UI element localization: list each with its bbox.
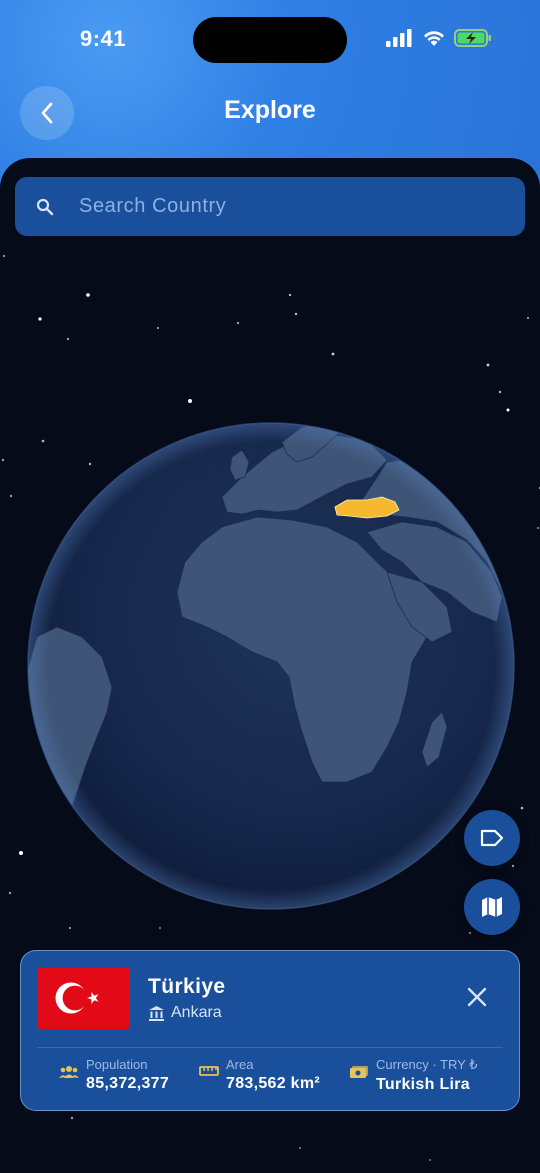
dynamic-island [193,17,347,63]
signal-icon [386,29,412,47]
wifi-icon [424,31,444,46]
capital-building-icon [149,1005,164,1021]
map-view-button[interactable] [464,879,520,935]
status-icons [386,28,492,48]
search-bar[interactable]: Search Country [15,177,525,236]
stat-value: 85,372,377 [86,1075,170,1092]
stat-label: Area [226,1057,254,1072]
country-info-card: Türkiye Ankara Population 85,372,377 Are… [20,950,520,1111]
currency-icon [350,1066,368,1078]
globe-map[interactable] [27,422,515,910]
country-name: Türkiye [148,975,226,998]
stat-currency: Currency · TRY ₺ Turkish Lira [349,1057,477,1094]
stat-population: Population 85,372,377 [59,1057,169,1093]
page-title: Explore [224,96,316,124]
capital-row: Ankara [148,1004,222,1022]
stat-label: Population [86,1057,148,1072]
ruler-icon [199,1066,219,1076]
population-icon [59,1066,79,1078]
stat-area: Area 783,562 km² [199,1057,320,1093]
tag-icon [480,829,504,847]
status-time: 9:41 [80,26,127,51]
map-icon [482,897,502,917]
flag-crescent-star-icon [37,967,130,1029]
search-input[interactable]: Search Country [79,195,226,218]
close-icon[interactable] [465,985,489,1009]
capital-name: Ankara [171,1004,222,1021]
status-bar: 9:41 [0,0,540,80]
turkey-flag [37,967,130,1029]
stat-value: 783,562 km² [226,1075,321,1092]
card-divider [37,1047,503,1048]
stat-value: Turkish Lira [376,1076,470,1093]
stat-label: Currency · TRY ₺ [376,1057,478,1072]
search-icon [36,198,54,215]
battery-charging-icon [454,29,491,47]
label-toggle-button[interactable] [464,810,520,866]
